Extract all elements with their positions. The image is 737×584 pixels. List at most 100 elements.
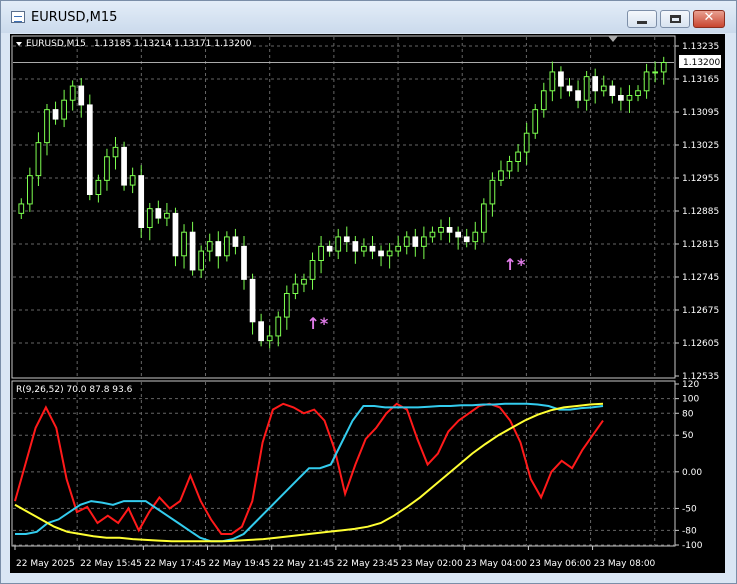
price-tick-label: 1.12815	[682, 240, 719, 250]
candle-bull	[549, 71, 556, 92]
candle-bear	[463, 236, 470, 243]
signal-markers: ↑* ↑*	[307, 255, 526, 333]
candle-bull	[309, 260, 316, 280]
candle-bull	[660, 62, 667, 73]
candle-bull	[275, 316, 282, 337]
candle-bull	[652, 71, 659, 74]
time-tick-label: 23 May 04:00	[465, 559, 527, 569]
candle-bull	[18, 203, 25, 214]
price-tick-label: 1.12675	[682, 306, 719, 316]
candle-bear	[258, 321, 264, 342]
candle-bear	[352, 241, 359, 252]
candle-bull	[523, 132, 530, 153]
candle-bear	[446, 227, 453, 233]
price-tick-label: 1.13095	[682, 108, 719, 118]
candle-bear	[566, 85, 573, 92]
candle-bull	[635, 90, 641, 96]
indicator-tick-label: -50	[682, 504, 697, 514]
ohlc-readout: 1.13185 1.13214 1.13171 1.13200	[94, 39, 252, 49]
candle-bull	[164, 212, 170, 219]
candle-bull	[421, 236, 427, 247]
time-tick-label: 22 May 2025	[16, 559, 75, 569]
candle-bear	[249, 278, 256, 323]
candle-bull	[104, 156, 110, 181]
symbol-menu-icon[interactable]	[16, 42, 22, 46]
candle-bull	[318, 245, 324, 262]
candle-bull	[386, 250, 393, 257]
candle-bear	[232, 236, 239, 247]
current-price-label: 1.13200	[683, 58, 720, 68]
price-tick-label: 1.13165	[682, 75, 719, 85]
candle-bull	[438, 227, 444, 233]
candle-bull	[112, 146, 119, 158]
candle-bear	[241, 245, 247, 280]
time-axis: 22 May 2025 22 May 15:45 22 May 17:45 22 Ma…	[14, 546, 656, 569]
candle-bull	[489, 179, 496, 205]
price-tick-label: 1.12745	[682, 273, 719, 283]
candle-bear	[189, 231, 196, 271]
close-button[interactable]: ✕	[693, 10, 725, 28]
candle-bull	[44, 109, 50, 144]
indicator-series-line	[15, 402, 604, 543]
candle-bear	[78, 85, 85, 106]
candle-bull	[532, 109, 539, 134]
indicator-tick-label: 50	[682, 431, 694, 441]
candle-bull	[266, 335, 273, 342]
candle-bull	[626, 95, 633, 101]
window-title: EURUSD,M15	[31, 10, 118, 25]
candle-bull	[61, 99, 67, 120]
chart-area[interactable]: ↑* ↑* 1.13235 1.13165 1.13095 1.13025 1.12955…	[10, 34, 725, 573]
maximize-button[interactable]	[660, 10, 690, 28]
indicator-tick-label: -80	[682, 526, 697, 536]
candle-bear	[609, 85, 616, 97]
candle-bear	[326, 245, 333, 252]
time-tick-label: 22 May 21:45	[273, 559, 335, 569]
indicator-tick-label: 80	[682, 409, 694, 419]
candle-bull	[181, 231, 187, 257]
time-tick-label: 22 May 19:45	[209, 559, 271, 569]
indicator-lines	[14, 402, 604, 543]
candle-bear	[52, 109, 59, 120]
candle-bear	[412, 236, 419, 247]
candle-bull	[35, 142, 42, 177]
candle-bear	[86, 104, 93, 195]
price-tick-label: 1.12885	[682, 207, 719, 217]
candle-bull	[361, 245, 367, 252]
title-bar[interactable]: EURUSD,M15 ✕	[1, 1, 736, 33]
candle-bull	[146, 208, 153, 228]
chart-window-icon	[11, 11, 25, 23]
price-tick-label: 1.13025	[682, 141, 719, 151]
candle-bear	[592, 76, 599, 92]
candle-bull	[224, 236, 230, 257]
shift-marker-icon[interactable]	[608, 36, 618, 42]
time-tick-label: 23 May 08:00	[594, 559, 656, 569]
time-tick-label: 22 May 23:45	[337, 559, 399, 569]
price-pane-frame	[11, 35, 676, 379]
symbol-label: EURUSD,M15	[26, 39, 86, 49]
price-axis: 1.13235 1.13165 1.13095 1.13025 1.12955 1.128…	[675, 42, 719, 382]
candle-bull	[26, 175, 33, 205]
time-tick-label: 22 May 17:45	[144, 559, 206, 569]
price-tick-label: 1.13235	[682, 42, 719, 52]
indicator-tick-label: -100	[682, 541, 703, 551]
candle-bear	[558, 71, 564, 87]
chart-window: EURUSD,M15 ✕ ↑* ↑* 1.13235 1.13165 1.13095 1…	[0, 0, 737, 584]
candle-bull	[283, 293, 290, 318]
minimize-icon	[637, 21, 647, 24]
candle-bull	[198, 250, 205, 271]
candle-bull	[395, 245, 402, 252]
close-icon: ✕	[703, 10, 715, 25]
minimize-button[interactable]	[627, 10, 657, 28]
chart-canvas[interactable]: ↑* ↑* 1.13235 1.13165 1.13095 1.13025 1.12955…	[10, 34, 725, 573]
candle-bull	[95, 179, 102, 196]
time-tick-label: 23 May 06:00	[529, 559, 591, 569]
candle-bull	[301, 278, 307, 285]
candle-bull	[472, 231, 479, 243]
maximize-icon	[670, 15, 681, 23]
candle-bull	[129, 175, 136, 186]
candle-bear	[343, 236, 350, 243]
grid-lines	[13, 37, 674, 546]
candle-bear	[138, 175, 145, 228]
signal-arrow-icon: ↑*	[504, 255, 526, 274]
candle-bull	[429, 231, 436, 238]
